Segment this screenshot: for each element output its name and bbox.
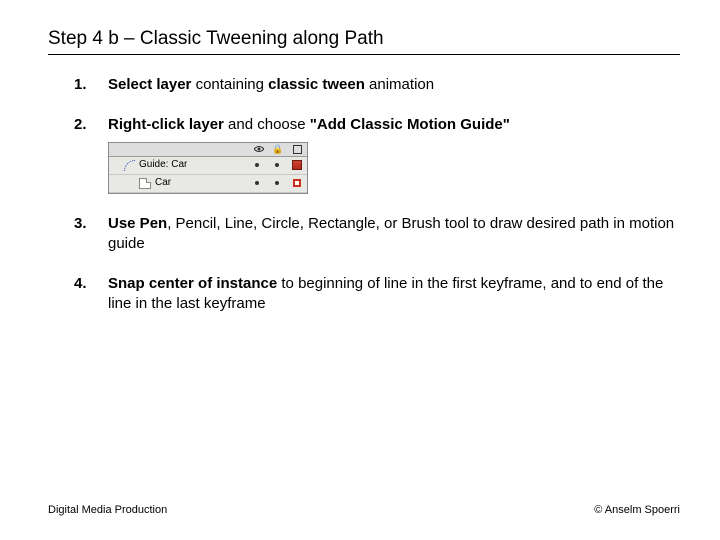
layer-page-icon — [137, 178, 153, 189]
motion-guide-icon — [121, 160, 137, 171]
step-3-bold-a: Use Pen — [108, 215, 167, 232]
step-1: Select layer containing classic tween an… — [74, 75, 680, 95]
layers-panel-header: 🔒 — [109, 143, 307, 157]
footer: Digital Media Production © Anselm Spoerr… — [48, 504, 680, 516]
car-color-swatch[interactable] — [287, 179, 307, 187]
outline-icon — [288, 145, 307, 154]
footer-left: Digital Media Production — [48, 504, 167, 516]
car-layer-row[interactable]: Car — [109, 175, 307, 193]
lock-icon: 🔒 — [268, 145, 287, 154]
guide-color-swatch[interactable] — [287, 160, 307, 170]
step-2-bold-a: Right-click layer — [108, 116, 224, 133]
guide-visibility-dot[interactable] — [247, 163, 267, 167]
guide-layer-label: Guide: Car — [137, 158, 247, 172]
step-1-bold-b: classic tween — [268, 76, 365, 93]
guide-lock-dot[interactable] — [267, 163, 287, 167]
step-2-bold-b: "Add Classic Motion Guide" — [310, 116, 510, 133]
step-2-text-a: and choose — [224, 116, 310, 133]
eye-icon — [249, 145, 268, 153]
footer-right: © Anselm Spoerri — [594, 504, 680, 516]
steps-list: Select layer containing classic tween an… — [74, 75, 680, 315]
slide: Step 4 b – Classic Tweening along Path S… — [0, 0, 720, 540]
step-1-text-b: animation — [365, 76, 434, 93]
step-1-bold-a: Select layer — [108, 76, 191, 93]
step-3: Use Pen, Pencil, Line, Circle, Rectangle… — [74, 214, 680, 255]
step-2: Right-click layer and choose "Add Classi… — [74, 115, 680, 193]
step-3-text-a: , Pencil, Line, Circle, Rectangle, or Br… — [108, 215, 674, 252]
car-visibility-dot[interactable] — [247, 181, 267, 185]
page-title: Step 4 b – Classic Tweening along Path — [48, 28, 680, 55]
step-4: Snap center of instance to beginning of … — [74, 274, 680, 315]
car-lock-dot[interactable] — [267, 181, 287, 185]
layers-panel: 🔒 Guide: Car Car — [108, 142, 308, 194]
step-4-bold-a: Snap center of instance — [108, 275, 277, 292]
guide-layer-row[interactable]: Guide: Car — [109, 157, 307, 175]
car-layer-label: Car — [153, 176, 247, 190]
step-1-text-a: containing — [191, 76, 268, 93]
